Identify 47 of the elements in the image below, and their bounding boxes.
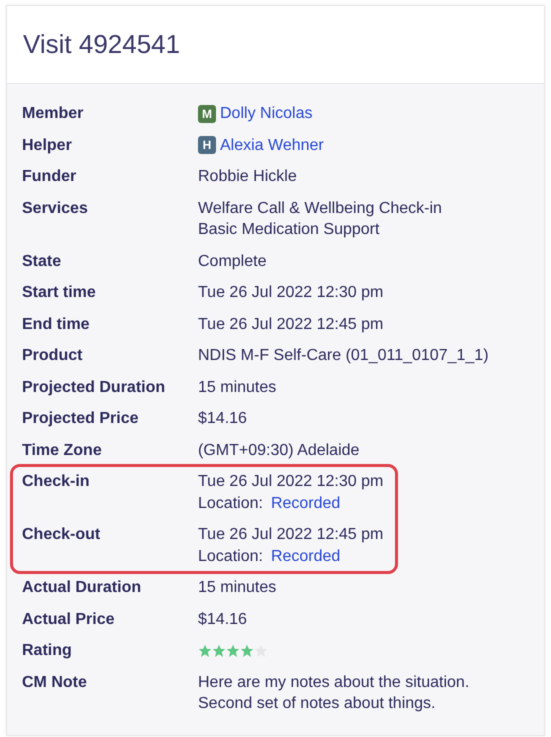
field-value: 15 minutes (198, 578, 276, 598)
location-label: Location: (198, 494, 263, 514)
field-label: End time (22, 314, 91, 334)
location-link[interactable]: Recorded (270, 492, 340, 514)
field-value: Tue 26 Jul 2022 12:30 pm (198, 472, 384, 492)
field-label: Member (22, 104, 84, 124)
field-label: Product (22, 346, 84, 366)
field-label: State (22, 252, 62, 272)
field-value: $14.16 (198, 610, 247, 630)
filled-star-icon (226, 644, 240, 658)
filled-star-icon (240, 644, 254, 658)
field-value: Welfare Call & Wellbeing Check-in (198, 198, 442, 218)
field-label: Helper (22, 136, 73, 156)
field-label: Services (22, 198, 89, 218)
field-value: (GMT+09:30) Adelaide (198, 440, 360, 460)
field-value: Tue 26 Jul 2022 12:45 pm (198, 314, 384, 334)
page-title: Visit 4924541 (23, 29, 180, 60)
field-label: Projected Price (22, 409, 140, 429)
field-value: $14.16 (198, 409, 247, 429)
field-label: Funder (22, 167, 78, 187)
member-badge: M (198, 104, 216, 123)
empty-star-icon (254, 644, 268, 658)
filled-star-icon (212, 644, 226, 658)
location-link[interactable]: Recorded (270, 546, 340, 567)
field-label: Actual Duration (22, 578, 142, 598)
field-label: Projected Duration (22, 378, 166, 398)
field-label: Start time (22, 283, 97, 303)
field-value: 15 minutes (198, 378, 276, 398)
field-value: Second set of notes about things. (198, 694, 436, 714)
field-label: Check-in (22, 472, 91, 492)
field-value: Basic Medication Support (198, 220, 380, 240)
field-value: Robbie Hickle (198, 167, 297, 187)
field-label: Actual Price (22, 610, 116, 630)
field-label: CM Note (22, 672, 88, 692)
location-label: Location: (198, 546, 263, 566)
field-value: NDIS M-F Self-Care (01_011_0107_1_1) (198, 346, 489, 366)
field-value: Here are my notes about the situation. (198, 672, 470, 692)
field-label: Rating (22, 641, 73, 661)
field-value: Tue 26 Jul 2022 12:45 pm (198, 525, 384, 545)
person-link[interactable]: Alexia Wehner (220, 134, 324, 156)
field-label: Time Zone (22, 440, 103, 460)
field-value: Tue 26 Jul 2022 12:30 pm (198, 283, 384, 303)
field-label: Check-out (22, 525, 102, 545)
field-value: Complete (198, 252, 266, 272)
member-badge: H (198, 136, 216, 154)
person-link[interactable]: Dolly Nicolas (220, 103, 312, 124)
filled-star-icon (198, 644, 212, 658)
